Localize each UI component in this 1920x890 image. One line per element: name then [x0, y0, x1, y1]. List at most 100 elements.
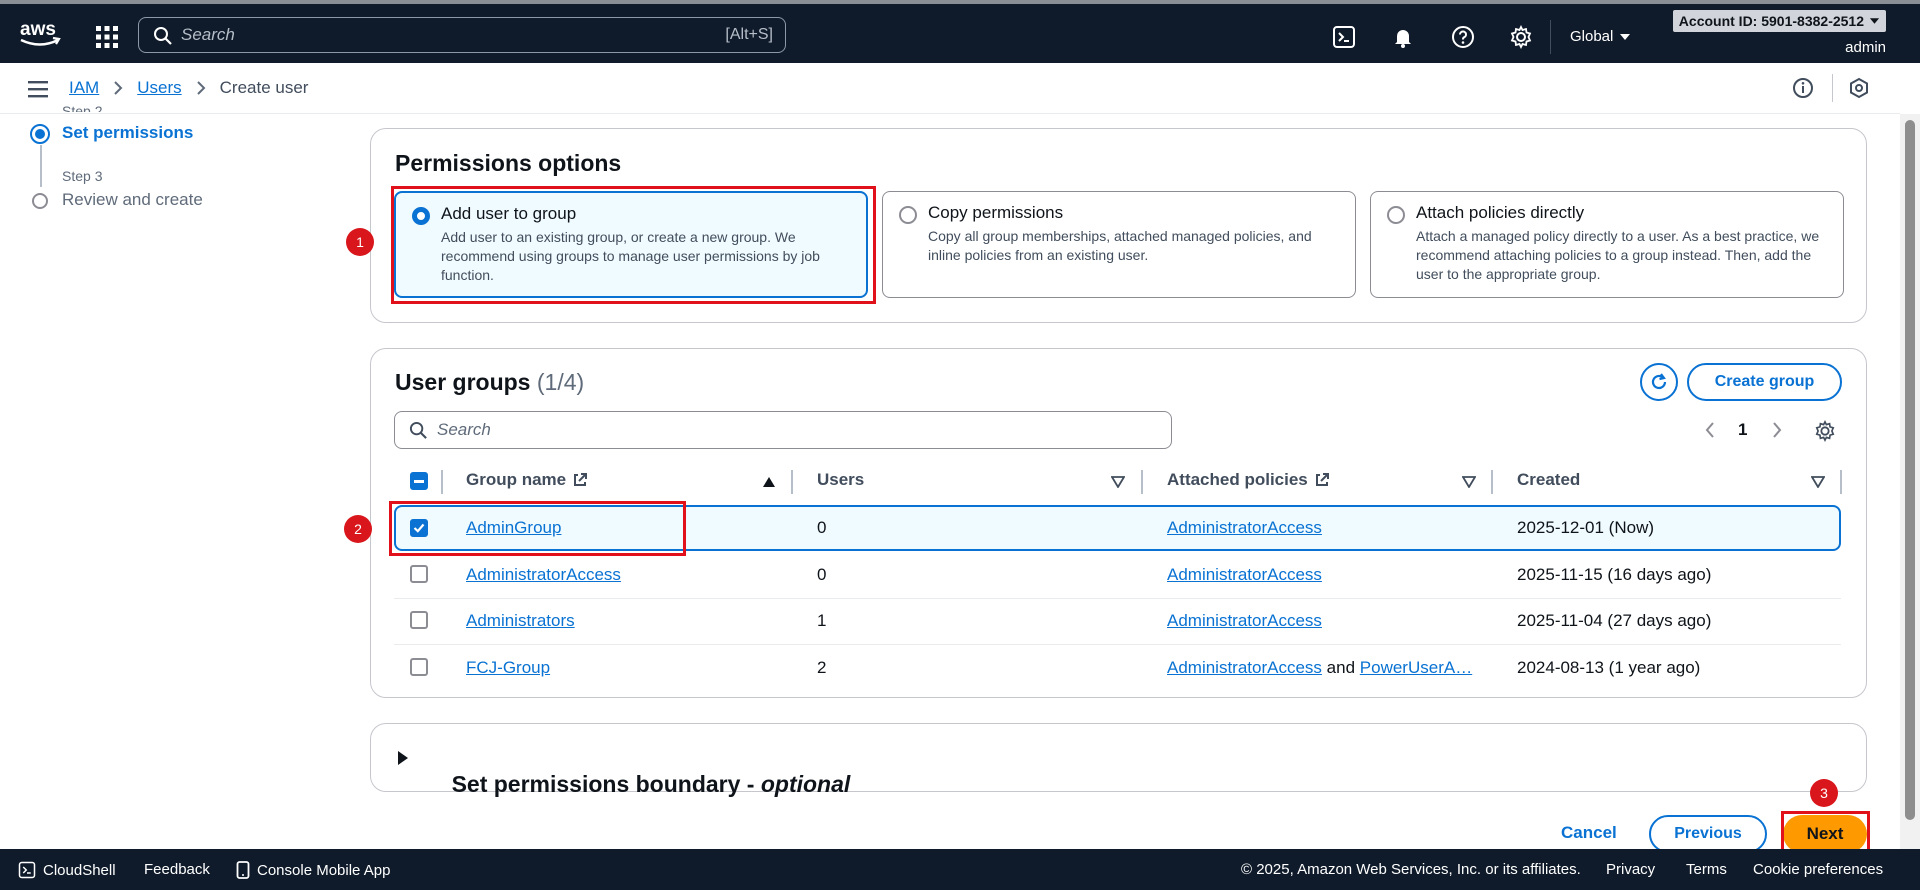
breadcrumb-users[interactable]: Users	[137, 78, 181, 98]
footer-feedback[interactable]: Feedback	[144, 861, 210, 878]
chevron-right-icon	[113, 80, 123, 96]
pagination-current-page[interactable]: 1	[1738, 420, 1747, 440]
option-description: Copy all group memberships, attached man…	[928, 228, 1312, 263]
sort-icon[interactable]	[1811, 476, 1825, 488]
sort-icon[interactable]	[1462, 476, 1476, 488]
annotation-badge-1: 1	[346, 228, 374, 256]
breadcrumb-divider	[1832, 74, 1833, 102]
user-groups-title: User groups (1/4)	[395, 369, 584, 396]
row-divider	[394, 598, 1841, 599]
page-scrollbar[interactable]	[1900, 114, 1920, 849]
footer-copyright: © 2025, Amazon Web Services, Inc. or its…	[1241, 861, 1581, 878]
permissions-boundary-title: Set permissions boundary - optional	[426, 744, 851, 825]
column-header-group-name[interactable]: Group name	[466, 470, 588, 490]
svg-text:aws: aws	[20, 19, 56, 40]
group-name-link[interactable]: AdministratorAccess	[466, 565, 621, 584]
refresh-button[interactable]	[1640, 363, 1678, 401]
menu-hamburger-icon[interactable]	[28, 80, 48, 98]
step2-title[interactable]: Set permissions	[62, 123, 193, 143]
feedback-panel-icon[interactable]	[1848, 77, 1870, 99]
group-users-count: 1	[817, 611, 827, 630]
sort-icon[interactable]	[1111, 476, 1125, 488]
cloudshell-icon[interactable]	[1332, 25, 1356, 49]
groups-search-input[interactable]	[437, 420, 1037, 440]
settings-gear-icon[interactable]	[1509, 25, 1533, 49]
policies-cell: AdministratorAccess and PowerUserA…	[1167, 658, 1472, 678]
column-divider	[1491, 470, 1493, 494]
footer-mobile-label: Console Mobile App	[257, 861, 391, 879]
row-checkbox[interactable]	[410, 658, 428, 676]
row-divider	[394, 644, 1841, 645]
breadcrumb-bar: IAM Users Create user	[0, 63, 1900, 114]
breadcrumb-current: Create user	[219, 78, 309, 97]
account-id: Account ID: 5901-8382-2512	[1678, 13, 1864, 29]
previous-button[interactable]: Previous	[1649, 815, 1767, 853]
permissions-boundary-section[interactable]: Set permissions boundary - optional	[370, 723, 1867, 797]
group-created-date: 2025-11-04 (27 days ago)	[1517, 611, 1712, 630]
policy-link-2[interactable]: PowerUserA…	[1360, 658, 1472, 677]
row-checkbox[interactable]	[410, 565, 428, 583]
row-checkbox[interactable]	[410, 611, 428, 629]
footer-cloudshell[interactable]: CloudShell	[18, 861, 116, 879]
top-navigation: aws [Alt+S] Global	[0, 0, 1920, 63]
step3-title: Review and create	[62, 190, 203, 209]
policy-link[interactable]: AdministratorAccess	[1167, 611, 1322, 630]
group-users-count: 2	[817, 658, 827, 677]
policy-conjunction: and	[1326, 658, 1356, 677]
info-icon[interactable]	[1792, 77, 1814, 99]
region-selector[interactable]: Global	[1570, 28, 1631, 45]
aws-logo[interactable]: aws	[18, 18, 62, 50]
policy-link[interactable]: AdministratorAccess	[1167, 658, 1322, 677]
column-header-attached-policies[interactable]: Attached policies	[1167, 470, 1330, 490]
sort-ascending-icon[interactable]	[762, 476, 776, 488]
footer-mobile-app[interactable]: Console Mobile App	[236, 861, 390, 879]
option-copy-permissions[interactable]: Copy permissions Copy all group membersh…	[882, 191, 1356, 298]
select-all-checkbox[interactable]	[410, 472, 428, 490]
help-icon[interactable]	[1451, 25, 1475, 49]
policy-link[interactable]: AdministratorAccess	[1167, 518, 1322, 537]
option-attach-policies[interactable]: Attach policies directly Attach a manage…	[1370, 191, 1844, 298]
group-users-count: 0	[817, 518, 827, 537]
cloudshell-icon	[18, 861, 36, 879]
services-grid-icon[interactable]	[94, 24, 120, 50]
search-icon	[154, 27, 172, 45]
step3-indicator	[32, 193, 48, 209]
option-description: Attach a managed policy directly to a us…	[1416, 228, 1820, 282]
cancel-button[interactable]: Cancel	[1561, 823, 1617, 843]
column-divider	[791, 470, 793, 494]
step2-label: Step 2	[62, 104, 103, 112]
group-created-date: 2024-08-13 (1 year ago)	[1517, 658, 1701, 677]
notifications-bell-icon[interactable]	[1391, 25, 1415, 49]
annotation-highlight-1	[391, 186, 876, 304]
caret-right-icon	[398, 751, 408, 765]
global-search-input[interactable]	[181, 23, 641, 47]
groups-search[interactable]	[394, 411, 1172, 449]
user-groups-count: (1/4)	[536, 369, 585, 395]
footer-terms[interactable]: Terms	[1686, 861, 1727, 878]
chevron-left-icon[interactable]	[1704, 421, 1716, 439]
annotation-highlight-2	[389, 501, 686, 556]
footer-cookie-preferences[interactable]: Cookie preferences	[1753, 861, 1883, 878]
radio-copy-permissions[interactable]	[899, 206, 917, 224]
policy-link[interactable]: AdministratorAccess	[1167, 565, 1322, 584]
global-search[interactable]: [Alt+S]	[138, 17, 786, 53]
breadcrumb-iam[interactable]: IAM	[69, 78, 99, 98]
radio-attach-policies[interactable]	[1387, 206, 1405, 224]
column-header-created[interactable]: Created	[1517, 470, 1580, 490]
option-title: Copy permissions	[928, 203, 1064, 222]
step-connector	[40, 145, 42, 187]
console-footer: CloudShell Feedback Console Mobile App ©…	[0, 849, 1920, 890]
column-divider	[1141, 470, 1143, 494]
group-name-link[interactable]: Administrators	[466, 611, 575, 630]
account-menu[interactable]: Account ID: 5901-8382-2512	[1672, 10, 1886, 32]
group-name-link[interactable]: FCJ-Group	[466, 658, 550, 677]
chevron-right-icon[interactable]	[1771, 421, 1783, 439]
table-preferences-gear-icon[interactable]	[1814, 420, 1836, 442]
group-created-date: 2025-11-15 (16 days ago)	[1517, 565, 1712, 584]
user-groups-title-text: User groups	[395, 369, 531, 395]
region-label: Global	[1570, 28, 1614, 45]
create-group-button[interactable]: Create group	[1687, 363, 1842, 401]
column-header-users[interactable]: Users	[817, 470, 864, 490]
scrollbar-thumb[interactable]	[1905, 120, 1915, 820]
footer-privacy[interactable]: Privacy	[1606, 861, 1655, 878]
